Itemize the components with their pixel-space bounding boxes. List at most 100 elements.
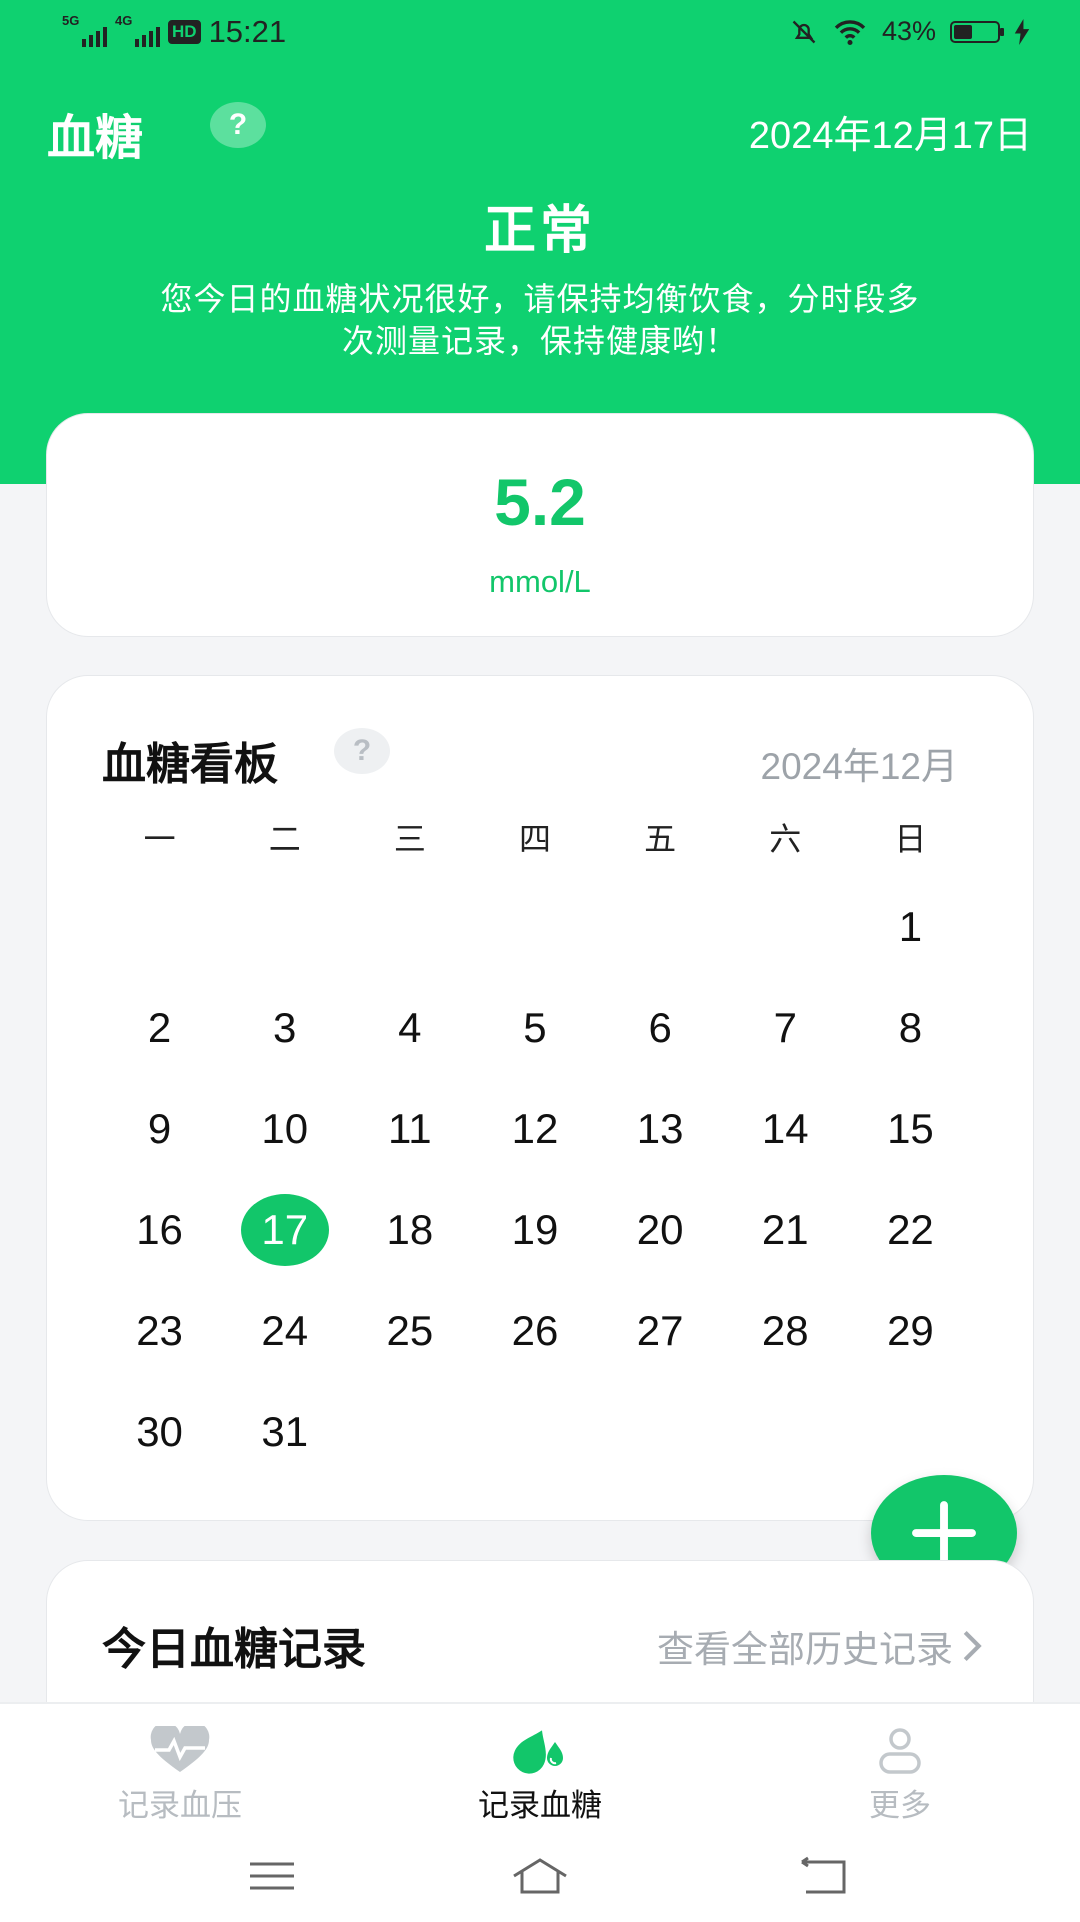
wifi-icon: [834, 19, 866, 45]
calendar-day-number: 3: [273, 1003, 297, 1051]
status-advice: 您今日的血糖状况很好，请保持均衡饮食，分时段多次测量记录，保持健康哟！: [160, 281, 920, 359]
calendar-day[interactable]: 10: [222, 1078, 347, 1179]
calendar-day-number: 14: [761, 1104, 809, 1152]
calendar-day-number: 13: [636, 1104, 684, 1152]
calendar-card: 血糖看板 ? 2024年12月 一二三四五六日 1 2 3 4 5 6 7 8 9 10 11 12 1…: [46, 675, 1034, 1521]
view-history-link[interactable]: 查看全部历史记录: [657, 1619, 983, 1673]
calendar-day-number: 25: [386, 1306, 434, 1354]
calendar-day-number: 7: [773, 1003, 797, 1051]
calendar-blank: [347, 876, 472, 977]
calendar-day[interactable]: 26: [472, 1280, 597, 1381]
home-button[interactable]: [500, 1852, 580, 1900]
calendar-day[interactable]: 12: [472, 1078, 597, 1179]
calendar-day-number: 20: [636, 1205, 684, 1253]
calendar-day[interactable]: 22: [848, 1179, 973, 1280]
calendar-blank: [97, 876, 222, 977]
nav-label: 记录血糖: [478, 1788, 602, 1823]
nav-record-blood-sugar[interactable]: 记录血糖: [460, 1726, 620, 1825]
calendar-day[interactable]: 18: [347, 1179, 472, 1280]
home-icon: [513, 1858, 567, 1894]
nav-label: 记录血压: [118, 1788, 242, 1823]
view-history-label: 查看全部历史记录: [657, 1629, 953, 1670]
calendar-day[interactable]: 11: [347, 1078, 472, 1179]
calendar-day-selected[interactable]: 17: [222, 1179, 347, 1280]
calendar-day[interactable]: 31: [222, 1381, 347, 1482]
calendar-day[interactable]: 21: [723, 1179, 848, 1280]
weekday-header: 一二三四五六日: [97, 814, 973, 860]
calendar-day[interactable]: 15: [848, 1078, 973, 1179]
calendar-title: 血糖看板: [102, 740, 278, 789]
help-icon[interactable]: ?: [210, 102, 266, 148]
calendar-day[interactable]: 4: [347, 977, 472, 1078]
back-icon: [801, 1856, 846, 1894]
calendar-day-number: 6: [648, 1003, 672, 1051]
calendar-day[interactable]: 29: [848, 1280, 973, 1381]
weekday-label: 三: [393, 821, 426, 857]
calendar-day[interactable]: 13: [598, 1078, 723, 1179]
menu-button[interactable]: [232, 1852, 312, 1900]
calendar-day[interactable]: 6: [598, 977, 723, 1078]
calendar-month[interactable]: 2024年12月: [761, 736, 958, 790]
calendar-day-number: 11: [388, 1104, 432, 1152]
calendar-day-number: 28: [761, 1306, 809, 1354]
calendar-day[interactable]: 14: [723, 1078, 848, 1179]
calendar-day-number: 24: [261, 1306, 309, 1354]
calendar-day[interactable]: 24: [222, 1280, 347, 1381]
calendar-day-number: 19: [511, 1205, 559, 1253]
calendar-day[interactable]: 25: [347, 1280, 472, 1381]
calendar-day[interactable]: 23: [97, 1280, 222, 1381]
calendar-day-number: 21: [761, 1205, 809, 1253]
calendar-day-number: 31: [261, 1407, 309, 1455]
calendar-day-number: 16: [136, 1205, 183, 1253]
reading-card: 5.2 mmol/L: [46, 413, 1034, 637]
weekday-label: 日: [894, 821, 927, 857]
bottom-navigation: 记录血压 记录血糖 更多: [0, 1702, 1080, 1922]
clock: 15:21: [208, 14, 287, 49]
nav-more[interactable]: 更多: [820, 1726, 980, 1825]
weekday-label: 二: [268, 821, 301, 857]
calendar-day[interactable]: 2: [97, 977, 222, 1078]
hd-icon: HD: [168, 20, 201, 44]
calendar-help-icon[interactable]: ?: [334, 728, 390, 774]
signal-5g-icon: 5G: [62, 13, 107, 47]
chevron-right-icon: [963, 1630, 982, 1662]
nav-label: 更多: [869, 1788, 931, 1823]
heart-pulse-icon: [147, 1726, 213, 1776]
battery-icon: [950, 20, 1004, 43]
weekday-label: 五: [644, 821, 677, 857]
signal-4g-icon: 4G: [115, 13, 160, 47]
calendar-day[interactable]: 3: [222, 977, 347, 1078]
nav-record-blood-pressure[interactable]: 记录血压: [100, 1726, 260, 1825]
blood-drop-icon: [507, 1726, 573, 1776]
calendar-day[interactable]: 16: [97, 1179, 222, 1280]
header-date: 2024年12月17日: [748, 115, 1032, 157]
menu-icon: [250, 1862, 294, 1890]
calendar-day[interactable]: 8: [848, 977, 973, 1078]
battery-percent: 43%: [881, 16, 936, 46]
calendar-day-number: 4: [398, 1003, 422, 1051]
calendar-day[interactable]: 20: [598, 1179, 723, 1280]
calendar-day-number: 23: [136, 1306, 183, 1354]
calendar-day[interactable]: 7: [723, 977, 848, 1078]
status-bar: 5G 4G HD 15:21 43%: [0, 0, 1080, 68]
calendar-blank: [723, 876, 848, 977]
calendar-day[interactable]: 28: [723, 1280, 848, 1381]
calendar-day-number: 2: [147, 1003, 172, 1051]
back-button[interactable]: [782, 1852, 862, 1900]
calendar-day-number: 26: [511, 1306, 559, 1354]
calendar-day-number: 18: [386, 1205, 434, 1253]
calendar-day[interactable]: 9: [97, 1078, 222, 1179]
calendar-day-number: 30: [136, 1407, 183, 1455]
calendar-day-number: 29: [887, 1306, 934, 1354]
plus-icon: [912, 1501, 976, 1565]
calendar-blank: [472, 876, 597, 977]
calendar-day[interactable]: 27: [598, 1280, 723, 1381]
user-icon: [867, 1726, 933, 1776]
glucose-unit: mmol/L: [489, 564, 591, 599]
calendar-day[interactable]: 1: [848, 876, 973, 977]
calendar-day[interactable]: 5: [472, 977, 597, 1078]
page-title: 血糖: [47, 112, 144, 165]
calendar-day[interactable]: 30: [97, 1381, 222, 1482]
records-title: 今日血糖记录: [102, 1625, 366, 1674]
calendar-day[interactable]: 19: [472, 1179, 597, 1280]
